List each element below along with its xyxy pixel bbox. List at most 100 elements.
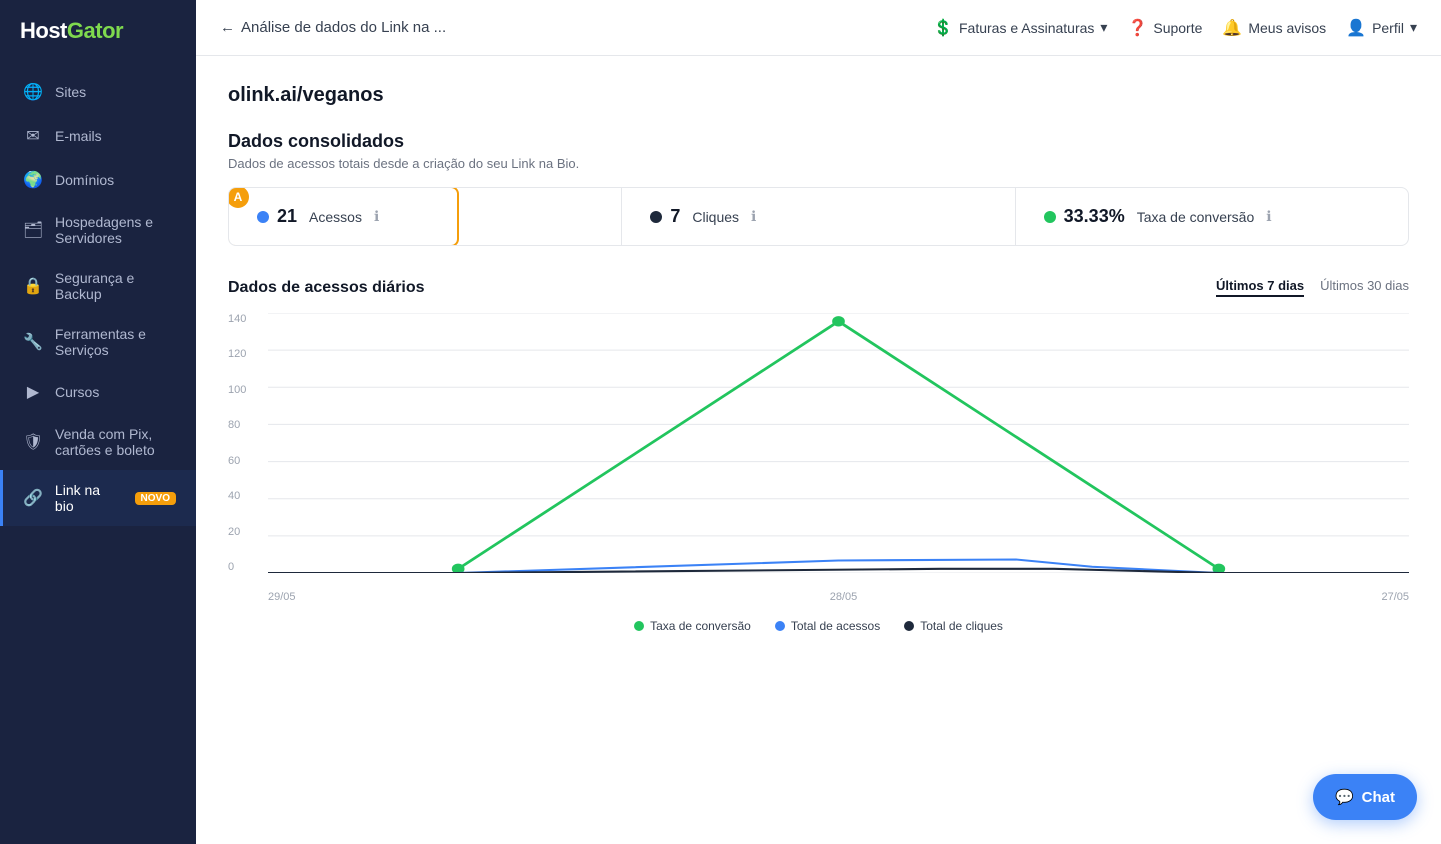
conversao-dot (1044, 211, 1056, 223)
x-label-27: 27/05 (1381, 591, 1409, 603)
cliques-value: 7 (670, 206, 680, 227)
point-conversao-28 (832, 316, 845, 326)
bell-icon: 🔔 (1222, 18, 1242, 38)
dominios-icon: 🌍 (23, 170, 43, 190)
perfil-menu[interactable]: 👤 Perfil ▾ (1346, 18, 1417, 38)
suporte-link[interactable]: ❓ Suporte (1127, 18, 1202, 38)
main-area: ← Análise de dados do Link na ... 💲 Fatu… (196, 0, 1441, 844)
chart-x-labels: 29/05 28/05 27/05 (268, 591, 1409, 603)
acessos-label: Acessos (309, 209, 362, 225)
back-button[interactable]: ← Análise de dados do Link na ... (220, 19, 446, 36)
line-cliques (268, 569, 1409, 573)
chart-y-axis: 140 120 100 80 60 40 20 0 (228, 313, 260, 573)
legend-dot-acessos (775, 621, 785, 631)
page-url: olink.ai/veganos (228, 84, 1409, 107)
conversao-value: 33.33% (1064, 206, 1125, 227)
sidebar-item-label: Ferramentas e Serviços (55, 326, 176, 358)
sidebar-item-hospedagens[interactable]: 🗂 Hospedagens e Servidores (0, 202, 196, 258)
chart-legend: Taxa de conversão Total de acessos Total… (228, 619, 1409, 633)
venda-icon: 🛡 (23, 432, 43, 452)
y-label-60: 60 (228, 455, 260, 467)
y-label-80: 80 (228, 419, 260, 431)
chart-header: Dados de acessos diários Últimos 7 dias … (228, 278, 1409, 297)
avisos-label: Meus avisos (1248, 20, 1326, 36)
cursos-icon: ▶ (23, 382, 43, 402)
page-title: Análise de dados do Link na ... (241, 19, 446, 36)
sidebar-item-ferramentas[interactable]: 🔧 Ferramentas e Serviços (0, 314, 196, 370)
novo-badge: NOVO (135, 492, 176, 505)
acessos-dot (257, 211, 269, 223)
sidebar-item-label: Segurança e Backup (55, 270, 176, 302)
emails-icon: ✉ (23, 126, 43, 146)
user-icon: 👤 (1346, 18, 1366, 38)
sidebar-nav: 🌐 Sites ✉ E-mails 🌍 Domínios 🗂 Hospedage… (0, 70, 196, 526)
sidebar-item-seguranca[interactable]: 🔒 Segurança e Backup (0, 258, 196, 314)
perfil-chevron-icon: ▾ (1410, 19, 1417, 36)
suporte-label: Suporte (1153, 20, 1202, 36)
chat-icon: 💬 (1335, 788, 1354, 806)
sidebar-item-dominios[interactable]: 🌍 Domínios (0, 158, 196, 202)
seguranca-icon: 🔒 (23, 276, 43, 296)
sidebar-item-label: Domínios (55, 172, 114, 188)
legend-label-conversao: Taxa de conversão (650, 619, 751, 633)
stats-cards: A 21 Acessos ℹ 7 Cliques ℹ 33.33% Taxa d… (228, 187, 1409, 246)
stat-card-cliques: 7 Cliques ℹ (622, 188, 1015, 245)
cliques-dot (650, 211, 662, 223)
link-bio-icon: 🔗 (23, 488, 43, 508)
sidebar: HostGator 🌐 Sites ✉ E-mails 🌍 Domínios 🗂… (0, 0, 196, 844)
sites-icon: 🌐 (23, 82, 43, 102)
y-label-140: 140 (228, 313, 260, 325)
x-label-28: 28/05 (830, 591, 858, 603)
conversao-info-icon[interactable]: ℹ (1266, 208, 1271, 225)
acessos-info-icon[interactable]: ℹ (374, 208, 379, 225)
legend-cliques: Total de cliques (904, 619, 1003, 633)
hospedagens-icon: 🗂 (23, 220, 43, 240)
ferramentas-icon: 🔧 (23, 332, 43, 352)
acessos-value: 21 (277, 206, 297, 227)
chat-button[interactable]: 💬 Chat (1313, 774, 1417, 820)
sidebar-item-label: Cursos (55, 384, 99, 400)
sidebar-item-sites[interactable]: 🌐 Sites (0, 70, 196, 114)
line-acessos (268, 559, 1409, 573)
sidebar-item-label: Venda com Pix, cartões e boleto (55, 426, 176, 458)
sidebar-item-emails[interactable]: ✉ E-mails (0, 114, 196, 158)
perfil-label: Perfil (1372, 20, 1404, 36)
sidebar-item-label: Link na bio (55, 482, 121, 514)
sidebar-item-cursos[interactable]: ▶ Cursos (0, 370, 196, 414)
tab-7dias[interactable]: Últimos 7 dias (1216, 278, 1304, 297)
faturas-menu[interactable]: 💲 Faturas e Assinaturas ▾ (933, 18, 1107, 38)
conversao-label: Taxa de conversão (1137, 209, 1255, 225)
chart-title: Dados de acessos diários (228, 279, 425, 297)
y-label-120: 120 (228, 348, 260, 360)
sidebar-item-label: Sites (55, 84, 86, 100)
chart-area: 140 120 100 80 60 40 20 0 (228, 313, 1409, 603)
legend-conversao: Taxa de conversão (634, 619, 751, 633)
legend-dot-conversao (634, 621, 644, 631)
consolidated-sub: Dados de acessos totais desde a criação … (228, 156, 1409, 171)
y-label-40: 40 (228, 490, 260, 502)
avisos-button[interactable]: 🔔 Meus avisos (1222, 18, 1326, 38)
faturas-chevron-icon: ▾ (1100, 19, 1107, 36)
legend-label-cliques: Total de cliques (920, 619, 1003, 633)
y-label-0: 0 (228, 561, 260, 573)
line-conversao (458, 321, 1219, 569)
cliques-label: Cliques (692, 209, 739, 225)
sidebar-item-venda[interactable]: 🛡 Venda com Pix, cartões e boleto (0, 414, 196, 470)
cliques-info-icon[interactable]: ℹ (751, 208, 756, 225)
x-label-29: 29/05 (268, 591, 296, 603)
y-label-100: 100 (228, 384, 260, 396)
chat-label: Chat (1362, 789, 1395, 806)
legend-acessos: Total de acessos (775, 619, 880, 633)
tab-30dias[interactable]: Últimos 30 dias (1320, 278, 1409, 297)
chart-tabs: Últimos 7 dias Últimos 30 dias (1216, 278, 1409, 297)
legend-dot-cliques (904, 621, 914, 631)
sidebar-item-label: Hospedagens e Servidores (55, 214, 176, 246)
sidebar-item-label: E-mails (55, 128, 102, 144)
chart-svg (268, 313, 1409, 573)
back-arrow-icon: ← (220, 19, 235, 36)
logo: HostGator (0, 0, 196, 62)
faturas-label: Faturas e Assinaturas (959, 20, 1094, 36)
consolidated-title: Dados consolidados (228, 131, 1409, 152)
topnav: ← Análise de dados do Link na ... 💲 Fatu… (196, 0, 1441, 56)
sidebar-item-link-bio[interactable]: 🔗 Link na bio NOVO (0, 470, 196, 526)
